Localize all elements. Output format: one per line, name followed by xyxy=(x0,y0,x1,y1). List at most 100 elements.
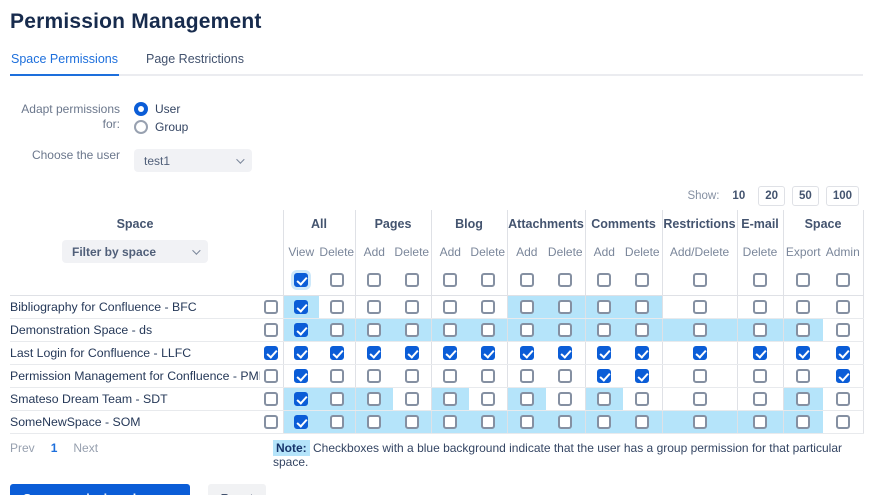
save-permission-changes-button[interactable]: Save permission changes xyxy=(10,483,190,495)
permission-checkbox-restrictions-add-delete[interactable] xyxy=(692,391,707,406)
row-select-checkbox[interactable] xyxy=(264,345,279,360)
select-all-checkbox-blog-delete[interactable] xyxy=(480,273,495,288)
permission-checkbox-pages-add[interactable] xyxy=(367,368,382,383)
permission-checkbox-email-delete[interactable] xyxy=(753,345,768,360)
permission-checkbox-email-delete[interactable] xyxy=(753,414,768,429)
permission-checkbox-comments-delete[interactable] xyxy=(635,299,650,314)
select-all-checkbox-blog-add[interactable] xyxy=(443,273,458,288)
page-size-100[interactable]: 100 xyxy=(825,186,859,206)
select-all-checkbox-all-view[interactable] xyxy=(294,273,309,288)
prev-page-link[interactable]: Prev xyxy=(10,441,35,455)
permission-checkbox-attachments-delete[interactable] xyxy=(558,368,573,383)
page-size-20[interactable]: 20 xyxy=(758,186,786,206)
permission-checkbox-pages-delete[interactable] xyxy=(404,299,419,314)
permission-checkbox-restrictions-add-delete[interactable] xyxy=(692,322,707,337)
permission-checkbox-pages-delete[interactable] xyxy=(404,322,419,337)
row-select-checkbox[interactable] xyxy=(264,322,279,337)
permission-checkbox-comments-add[interactable] xyxy=(597,414,612,429)
permission-checkbox-attachments-delete[interactable] xyxy=(558,414,573,429)
choose-user-select[interactable]: test1 xyxy=(134,149,252,172)
permission-checkbox-all-view[interactable] xyxy=(294,345,309,360)
permission-checkbox-attachments-add[interactable] xyxy=(519,299,534,314)
permission-checkbox-pages-delete[interactable] xyxy=(404,391,419,406)
row-select-checkbox[interactable] xyxy=(264,368,279,383)
permission-checkbox-comments-delete[interactable] xyxy=(635,322,650,337)
permission-checkbox-space-admin[interactable] xyxy=(835,391,850,406)
permission-checkbox-blog-add[interactable] xyxy=(443,345,458,360)
permission-checkbox-all-delete[interactable] xyxy=(329,299,344,314)
permission-checkbox-attachments-add[interactable] xyxy=(519,414,534,429)
permission-checkbox-comments-add[interactable] xyxy=(597,345,612,360)
permission-checkbox-email-delete[interactable] xyxy=(753,322,768,337)
permission-checkbox-blog-delete[interactable] xyxy=(480,345,495,360)
permission-checkbox-comments-delete[interactable] xyxy=(635,391,650,406)
permission-checkbox-all-delete[interactable] xyxy=(329,322,344,337)
permission-checkbox-pages-add[interactable] xyxy=(367,391,382,406)
select-all-checkbox-attachments-add[interactable] xyxy=(519,273,534,288)
permission-checkbox-pages-add[interactable] xyxy=(367,299,382,314)
next-page-link[interactable]: Next xyxy=(73,441,98,455)
permission-checkbox-space-admin[interactable] xyxy=(835,414,850,429)
permission-checkbox-space-admin[interactable] xyxy=(835,345,850,360)
select-all-checkbox-comments-add[interactable] xyxy=(597,273,612,288)
permission-checkbox-comments-delete[interactable] xyxy=(635,345,650,360)
permission-checkbox-pages-add[interactable] xyxy=(367,345,382,360)
filter-by-space-select[interactable]: Filter by space xyxy=(62,240,208,263)
row-select-checkbox[interactable] xyxy=(264,391,279,406)
permission-checkbox-attachments-add[interactable] xyxy=(519,368,534,383)
permission-checkbox-blog-add[interactable] xyxy=(443,299,458,314)
permission-checkbox-all-view[interactable] xyxy=(294,391,309,406)
permission-checkbox-attachments-delete[interactable] xyxy=(558,345,573,360)
permission-checkbox-blog-add[interactable] xyxy=(443,368,458,383)
permission-checkbox-blog-delete[interactable] xyxy=(480,299,495,314)
permission-checkbox-comments-add[interactable] xyxy=(597,391,612,406)
permission-checkbox-attachments-add[interactable] xyxy=(519,391,534,406)
tab-space-permissions[interactable]: Space Permissions xyxy=(10,50,119,76)
permission-checkbox-email-delete[interactable] xyxy=(753,391,768,406)
permission-checkbox-attachments-delete[interactable] xyxy=(558,299,573,314)
permission-checkbox-space-export[interactable] xyxy=(796,322,811,337)
permission-checkbox-space-admin[interactable] xyxy=(835,322,850,337)
permission-checkbox-blog-add[interactable] xyxy=(443,322,458,337)
permission-checkbox-comments-add[interactable] xyxy=(597,299,612,314)
permission-checkbox-all-view[interactable] xyxy=(294,299,309,314)
select-all-checkbox-email-delete[interactable] xyxy=(753,273,768,288)
current-page-number[interactable]: 1 xyxy=(51,441,58,455)
permission-checkbox-all-view[interactable] xyxy=(294,368,309,383)
permission-checkbox-restrictions-add-delete[interactable] xyxy=(692,368,707,383)
row-select-checkbox[interactable] xyxy=(264,414,279,429)
permission-checkbox-blog-delete[interactable] xyxy=(480,322,495,337)
select-all-checkbox-attachments-delete[interactable] xyxy=(558,273,573,288)
permission-checkbox-restrictions-add-delete[interactable] xyxy=(692,345,707,360)
permission-checkbox-blog-delete[interactable] xyxy=(480,391,495,406)
permission-checkbox-attachments-add[interactable] xyxy=(519,345,534,360)
permission-checkbox-restrictions-add-delete[interactable] xyxy=(692,414,707,429)
permission-checkbox-space-export[interactable] xyxy=(796,345,811,360)
tab-page-restrictions[interactable]: Page Restrictions xyxy=(145,50,245,74)
select-all-checkbox-pages-delete[interactable] xyxy=(404,273,419,288)
permission-checkbox-space-export[interactable] xyxy=(796,414,811,429)
permission-checkbox-pages-add[interactable] xyxy=(367,414,382,429)
permission-checkbox-attachments-delete[interactable] xyxy=(558,391,573,406)
permission-checkbox-space-export[interactable] xyxy=(796,368,811,383)
select-all-checkbox-comments-delete[interactable] xyxy=(635,273,650,288)
permission-checkbox-pages-delete[interactable] xyxy=(404,345,419,360)
radio-user-selected-icon[interactable] xyxy=(134,102,148,116)
radio-group-unselected-icon[interactable] xyxy=(134,120,148,134)
permission-checkbox-pages-delete[interactable] xyxy=(404,368,419,383)
permission-checkbox-all-view[interactable] xyxy=(294,322,309,337)
permission-checkbox-comments-delete[interactable] xyxy=(635,414,650,429)
permission-checkbox-pages-add[interactable] xyxy=(367,322,382,337)
select-all-checkbox-all-delete[interactable] xyxy=(329,273,344,288)
page-size-10[interactable]: 10 xyxy=(726,187,751,205)
permission-checkbox-space-export[interactable] xyxy=(796,299,811,314)
permission-checkbox-all-view[interactable] xyxy=(294,414,309,429)
permission-checkbox-all-delete[interactable] xyxy=(329,345,344,360)
permission-checkbox-space-admin[interactable] xyxy=(835,368,850,383)
page-size-50[interactable]: 50 xyxy=(792,186,819,206)
permission-checkbox-comments-delete[interactable] xyxy=(635,368,650,383)
permission-checkbox-email-delete[interactable] xyxy=(753,368,768,383)
row-select-checkbox[interactable] xyxy=(264,299,279,314)
permission-checkbox-blog-add[interactable] xyxy=(443,414,458,429)
select-all-checkbox-space-admin[interactable] xyxy=(835,273,850,288)
